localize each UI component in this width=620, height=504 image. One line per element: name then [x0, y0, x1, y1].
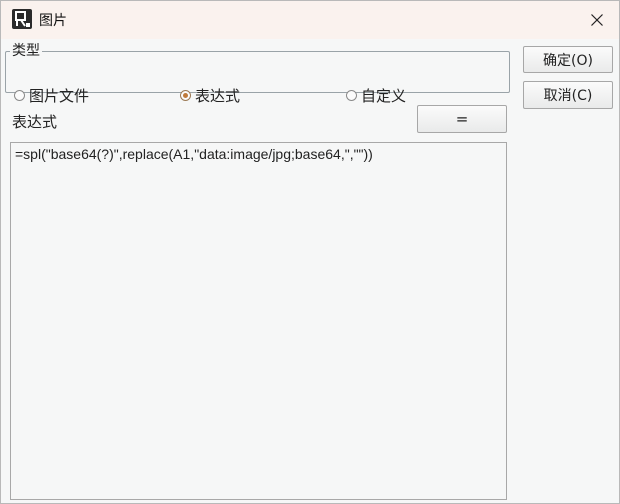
radio-label: 自定义 [361, 87, 407, 105]
radio-image-file[interactable]: 图片文件 [14, 85, 89, 106]
expression-textarea[interactable]: =spl("base64(?)",replace(A1,"data:image/… [10, 142, 507, 500]
type-group: 类型 图片文件 表达式 自定义 [5, 43, 510, 105]
radio-unchecked-icon [14, 90, 25, 101]
title-bar[interactable]: 图片 [1, 1, 619, 39]
ok-button[interactable]: 确定(O) [523, 46, 613, 73]
radio-label: 表达式 [195, 87, 241, 105]
radio-custom[interactable]: 自定义 [346, 85, 406, 106]
cancel-button[interactable]: 取消(C) [523, 81, 613, 109]
radio-unchecked-icon [346, 90, 357, 101]
window-title: 图片 [39, 13, 67, 29]
expression-editor-button[interactable]: = [417, 105, 507, 133]
expression-label: 表达式 [12, 113, 58, 131]
type-group-legend: 类型 [12, 43, 40, 59]
report-app-icon [12, 9, 32, 29]
radio-label: 图片文件 [29, 87, 90, 105]
close-icon [591, 14, 603, 26]
close-button[interactable] [575, 1, 619, 39]
picture-dialog: 图片 类型 图片文件 表达式 自定义 确定(O) 取消(C) 表达式 = =sp… [0, 0, 620, 504]
radio-expression[interactable]: 表达式 [180, 85, 240, 106]
radio-checked-icon [180, 90, 191, 101]
